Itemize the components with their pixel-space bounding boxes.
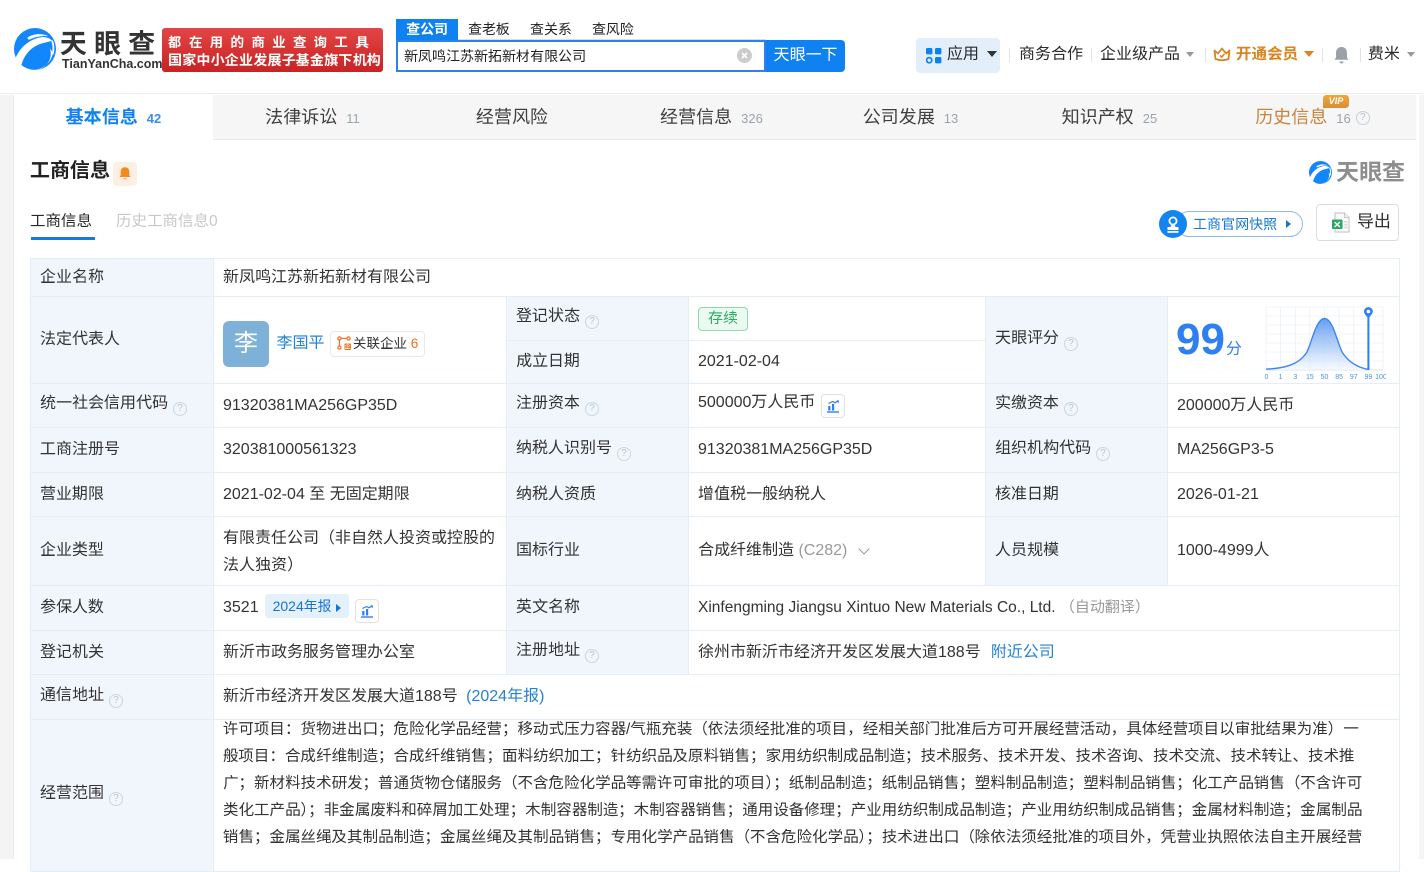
- svg-text:97: 97: [1350, 374, 1358, 380]
- svg-text:0: 0: [1265, 374, 1269, 380]
- svg-text:85: 85: [1335, 374, 1343, 380]
- svg-text:99: 99: [1365, 374, 1373, 380]
- svg-text:50: 50: [1321, 374, 1329, 380]
- svg-text:100: 100: [1375, 374, 1386, 380]
- svg-text:15: 15: [1306, 374, 1314, 380]
- svg-text:3: 3: [1293, 374, 1297, 380]
- svg-text:1: 1: [1279, 374, 1283, 380]
- svg-text:企: 企: [345, 342, 351, 349]
